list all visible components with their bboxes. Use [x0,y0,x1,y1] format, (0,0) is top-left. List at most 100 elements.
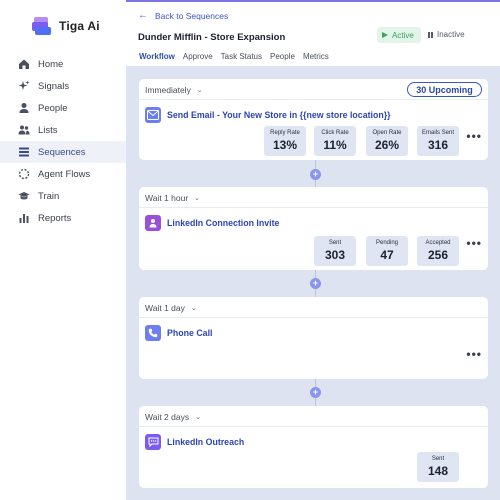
sidebar-item-label: People [38,102,68,114]
step-name: Send Email - Your New Store in {{new sto… [167,110,391,120]
more-options-icon[interactable]: ••• [466,129,482,143]
add-step-button[interactable]: + [310,278,321,289]
step-header: Immediately ⌄ 30 Upcoming [139,79,488,100]
status-active-label: Active [392,30,414,40]
stat-sent: Sent 303 [314,236,356,266]
sidebar-item-sequences[interactable]: Sequences [0,141,126,163]
stat-label: Accepted [425,240,451,246]
sidebar: Tiga Ai Home Signals People Lists Sequen… [0,0,126,500]
delay-dropdown[interactable]: Wait 1 hour ⌄ [145,193,200,203]
stat-value: 47 [380,248,394,262]
stat-label: Pending [375,240,399,246]
chevron-down-icon: ⌄ [196,87,203,94]
stat-emails-sent: Emails Sent 316 [417,126,459,156]
chevron-down-icon: ⌄ [194,195,201,202]
brand-name: Tiga Ai [59,19,100,33]
step-title[interactable]: LinkedIn Connection Invite [145,215,279,231]
pause-icon [428,31,433,38]
stat-reply-rate: Reply Rate 13% [264,126,306,156]
delay-dropdown[interactable]: Immediately ⌄ [145,85,203,95]
step-card-email[interactable]: Immediately ⌄ 30 Upcoming Send Email - Y… [139,79,488,160]
sidebar-item-label: Reports [38,212,72,224]
sidebar-item-label: Home [38,58,64,70]
tab-workflow[interactable]: Workflow [139,52,175,61]
tab-approve[interactable]: Approve [183,52,213,61]
sidebar-item-signals[interactable]: Signals [0,75,126,97]
stat-accepted: Accepted 256 [417,236,459,266]
stat-label: Emails Sent [421,130,454,136]
home-icon [18,58,30,70]
stat-label: Sent [328,240,342,246]
arrow-left-icon: ← [138,10,148,21]
chat-bubble-icon [145,434,161,450]
stat-label: Sent [431,456,445,462]
stat-value: 303 [324,248,346,262]
stat-pending: Pending 47 [366,236,408,266]
logo-icon [31,16,53,36]
linkedin-person-icon [145,215,161,231]
step-name: LinkedIn Outreach [167,437,245,447]
more-options-icon[interactable]: ••• [466,236,482,250]
delay-dropdown[interactable]: Wait 1 day ⌄ [145,303,197,313]
stat-value: 316 [427,138,449,152]
step-card-phone-call[interactable]: Wait 1 day ⌄ Phone Call ••• [139,297,488,379]
chevron-down-icon: ⌄ [190,305,197,312]
sidebar-item-label: Agent Flows [38,168,91,180]
back-link[interactable]: ← Back to Sequences [138,10,228,21]
step-name: LinkedIn Connection Invite [167,218,280,228]
status-active-button[interactable]: Active [377,27,421,43]
dashed-circle-icon [18,168,30,180]
sidebar-item-lists[interactable]: Lists [0,119,126,141]
add-step-button[interactable]: + [310,169,321,180]
step-card-linkedin-invite[interactable]: Wait 1 hour ⌄ LinkedIn Connection Invite… [139,187,488,270]
sidebar-item-label: Sequences [38,146,86,158]
stat-value: 256 [427,248,449,262]
stack-icon [18,146,30,158]
stat-value: 26% [374,138,400,152]
delay-label: Wait 1 hour [145,193,189,203]
chevron-down-icon: ⌄ [195,414,201,421]
tab-people[interactable]: People [270,52,295,61]
stat-label: Open Rate [372,130,402,136]
more-options-icon[interactable]: ••• [466,347,482,361]
step-name: Phone Call [167,328,213,338]
stat-open-rate: Open Rate 26% [366,126,408,156]
sidebar-item-label: Lists [38,124,58,136]
sidebar-item-agent-flows[interactable]: Agent Flows [0,163,126,185]
stat-click-rate: Click Rate 11% [314,126,356,156]
sidebar-item-reports[interactable]: Reports [0,207,126,229]
workflow-canvas: Immediately ⌄ 30 Upcoming Send Email - Y… [126,66,500,500]
stat-value: 13% [272,138,298,152]
upcoming-badge[interactable]: 30 Upcoming [407,82,482,97]
bar-chart-icon [18,212,30,224]
back-link-label: Back to Sequences [155,10,229,21]
page-title: Dunder Mifflin - Store Expansion [138,32,286,43]
delay-label: Wait 2 days [145,412,190,422]
delay-label: Wait 1 day [145,303,185,313]
step-header: Wait 1 day ⌄ [139,297,488,318]
step-title[interactable]: Phone Call [145,325,212,341]
tab-task-status[interactable]: Task Status [221,52,262,61]
play-icon [382,32,388,38]
status-inactive-button[interactable]: Inactive [428,30,465,39]
step-title[interactable]: Send Email - Your New Store in {{new sto… [145,107,391,123]
phone-icon [145,325,161,341]
tab-metrics[interactable]: Metrics [303,52,329,61]
add-step-button[interactable]: + [310,387,321,398]
sidebar-item-train[interactable]: Train [0,185,126,207]
stat-label: Reply Rate [270,130,300,136]
person-icon [18,102,30,114]
step-card-linkedin-outreach[interactable]: Wait 2 days ⌄ LinkedIn Outreach Sent 148 [139,406,488,488]
stat-label: Click Rate [321,130,349,136]
delay-dropdown[interactable]: Wait 2 days ⌄ [145,412,201,422]
tab-bar: Workflow Approve Task Status People Metr… [139,52,337,61]
step-header: Wait 2 days ⌄ [139,406,488,427]
brand-logo[interactable]: Tiga Ai [31,16,100,36]
step-title[interactable]: LinkedIn Outreach [145,434,244,450]
email-icon [145,107,161,123]
graduation-cap-icon [18,190,30,202]
stat-value: 148 [427,464,449,478]
sidebar-item-people[interactable]: People [0,97,126,119]
sidebar-item-home[interactable]: Home [0,53,126,75]
delay-label: Immediately [145,85,191,95]
